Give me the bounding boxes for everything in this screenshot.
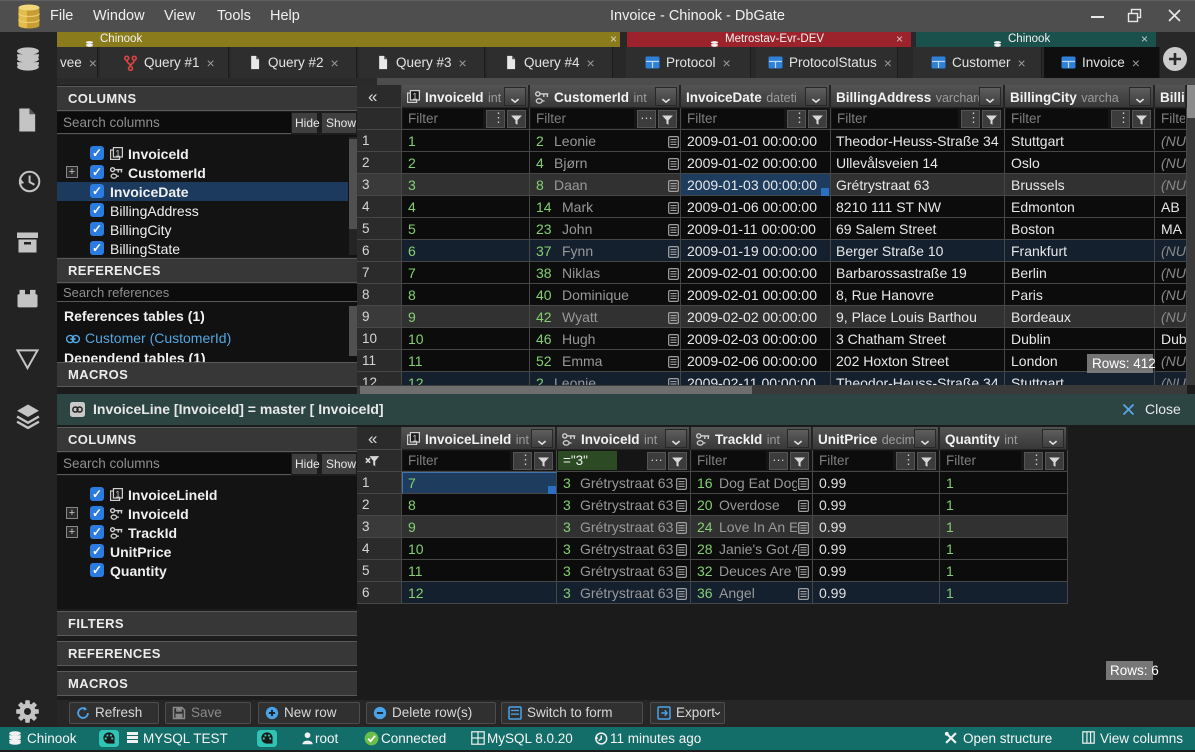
svg-text:1: 1 — [115, 149, 120, 159]
svg-text:1: 1 — [412, 92, 417, 102]
svg-text:1: 1 — [412, 434, 417, 444]
svg-text:1: 1 — [115, 490, 120, 500]
